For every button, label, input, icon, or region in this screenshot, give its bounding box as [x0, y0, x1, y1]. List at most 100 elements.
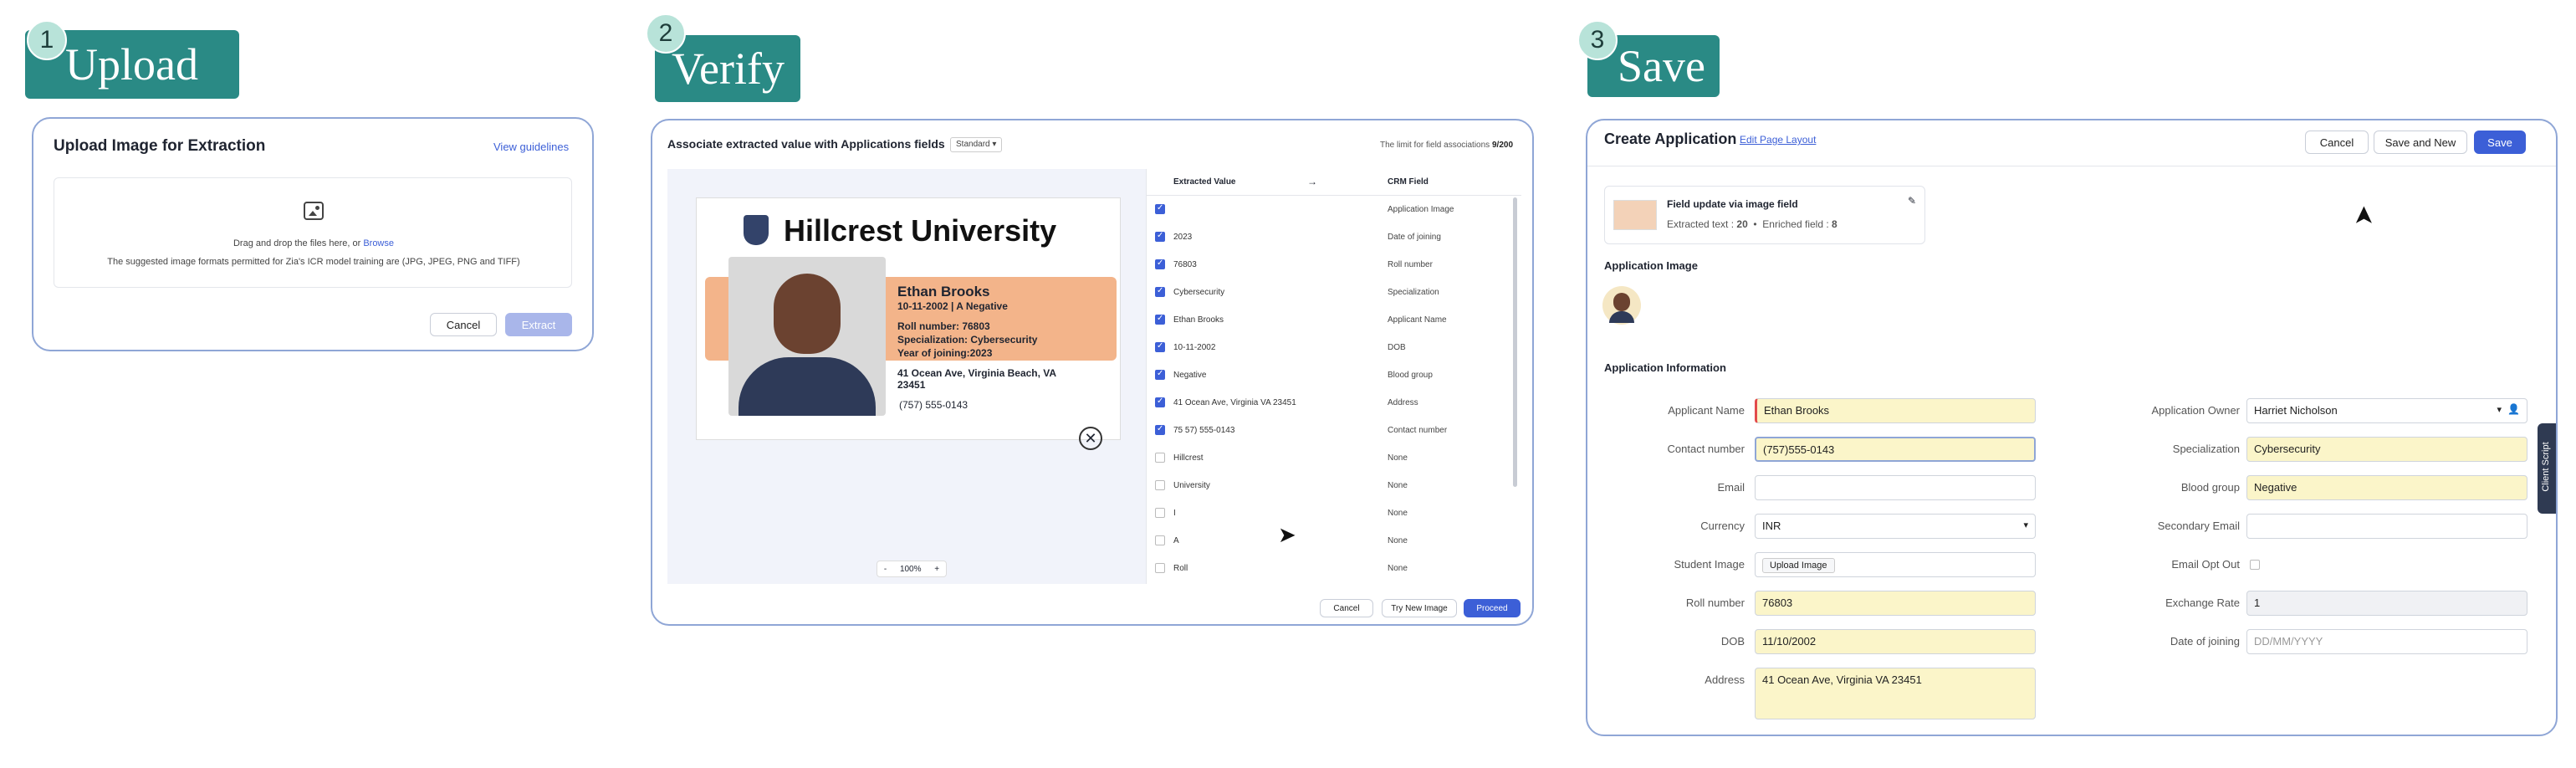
- mapping-row[interactable]: Hillcrest None: [1147, 444, 1511, 472]
- drop-zone[interactable]: Drag and drop the files here, or Browse …: [54, 177, 572, 288]
- verify-title: Associate extracted value with Applicati…: [667, 137, 945, 151]
- zoom-in-button[interactable]: +: [934, 565, 939, 574]
- field-update-title: Field update via image field: [1667, 198, 1798, 210]
- field-input[interactable]: Ethan Brooks: [1755, 398, 2036, 423]
- row-crm-field[interactable]: Specialization: [1388, 288, 1439, 297]
- view-guidelines-link[interactable]: View guidelines: [493, 141, 569, 153]
- row-crm-field[interactable]: None: [1388, 536, 1408, 545]
- field-input[interactable]: Negative: [2246, 475, 2527, 500]
- row-crm-field[interactable]: Applicant Name: [1388, 315, 1447, 325]
- row-checkbox[interactable]: [1155, 259, 1165, 269]
- row-crm-field[interactable]: None: [1388, 453, 1408, 463]
- zoom-out-button[interactable]: -: [884, 565, 887, 574]
- mouse-cursor-icon: ➤: [2350, 204, 2379, 227]
- chevron-down-icon[interactable]: ▾: [2497, 404, 2502, 415]
- row-extracted-value: Cybersecurity: [1173, 288, 1225, 297]
- row-checkbox[interactable]: [1155, 203, 1165, 214]
- field-label: Exchange Rate: [2165, 596, 2240, 609]
- row-checkbox[interactable]: [1155, 424, 1165, 435]
- email-opt-out-checkbox[interactable]: [2250, 560, 2260, 570]
- id-thumbnail: [1613, 200, 1657, 230]
- client-script-tab[interactable]: Client Script: [2538, 423, 2556, 514]
- extract-button[interactable]: Extract: [505, 313, 572, 336]
- row-checkbox[interactable]: [1155, 369, 1165, 380]
- save-and-new-button[interactable]: Save and New: [2374, 131, 2467, 154]
- row-crm-field[interactable]: Blood group: [1388, 371, 1433, 380]
- field-input[interactable]: 41 Ocean Ave, Virginia VA 23451: [1755, 668, 2036, 719]
- row-extracted-value: 41 Ocean Ave, Virginia VA 23451: [1173, 398, 1296, 407]
- mapping-row[interactable]: I None: [1147, 499, 1511, 527]
- mapping-row[interactable]: Negative Blood group: [1147, 361, 1511, 389]
- user-lookup-icon[interactable]: 👤: [2507, 403, 2520, 415]
- field-value: 1: [2254, 596, 2261, 609]
- mapping-row[interactable]: 75 57) 555-0143 Contact number: [1147, 417, 1511, 444]
- field-input[interactable]: Upload Image: [1755, 552, 2036, 577]
- enriched-count: 8: [1832, 218, 1837, 230]
- field-input[interactable]: (757)555-0143: [1755, 437, 2036, 462]
- upload-cancel-button[interactable]: Cancel: [430, 313, 497, 336]
- row-checkbox[interactable]: [1155, 453, 1165, 463]
- field-value: Harriet Nicholson: [2254, 404, 2338, 417]
- proceed-button[interactable]: Proceed: [1464, 599, 1521, 617]
- mapping-row[interactable]: 2023 Date of joining: [1147, 223, 1511, 251]
- edit-pencil-icon[interactable]: ✎: [1908, 195, 1916, 207]
- mapping-row[interactable]: A None: [1147, 527, 1511, 555]
- verify-cancel-button[interactable]: Cancel: [1320, 599, 1373, 617]
- row-checkbox[interactable]: [1155, 508, 1165, 518]
- field-input[interactable]: 11/10/2002: [1755, 629, 2036, 654]
- save-cancel-button[interactable]: Cancel: [2305, 131, 2369, 154]
- row-checkbox[interactable]: [1155, 480, 1165, 490]
- image-preview-area: Hillcrest University Ethan Brooks 10-11-…: [667, 169, 1146, 584]
- field-input[interactable]: 76803: [1755, 591, 2036, 616]
- field-input[interactable]: 1: [2246, 591, 2527, 616]
- field-label: Application Owner: [2151, 404, 2241, 417]
- row-crm-field[interactable]: Date of joining: [1388, 233, 1441, 242]
- mapping-row[interactable]: Ethan Brooks Applicant Name: [1147, 306, 1511, 334]
- field-value: DD/MM/YYYY: [2254, 635, 2323, 648]
- row-crm-field[interactable]: Application Image: [1388, 205, 1454, 214]
- row-crm-field[interactable]: Contact number: [1388, 426, 1447, 435]
- mapping-row[interactable]: Roll None: [1147, 555, 1511, 582]
- row-extracted-value: 10-11-2002: [1173, 343, 1216, 352]
- mapping-row[interactable]: 41 Ocean Ave, Virginia VA 23451 Address: [1147, 389, 1511, 417]
- mapping-row[interactable]: 76803 Roll number: [1147, 251, 1511, 279]
- chevron-down-icon[interactable]: ▾: [2023, 520, 2028, 530]
- field-input[interactable]: Cybersecurity: [2246, 437, 2527, 462]
- row-checkbox[interactable]: [1155, 231, 1165, 242]
- row-crm-field[interactable]: None: [1388, 564, 1408, 573]
- mapping-row[interactable]: 10-11-2002 DOB: [1147, 334, 1511, 361]
- row-extracted-value: 76803: [1173, 260, 1197, 269]
- row-crm-field[interactable]: None: [1388, 509, 1408, 518]
- client-script-label: Client Script: [2541, 442, 2551, 492]
- close-circle-icon[interactable]: ✕: [1079, 427, 1102, 450]
- row-crm-field[interactable]: DOB: [1388, 343, 1406, 352]
- field-input[interactable]: [2246, 514, 2527, 539]
- field-input[interactable]: INR ▾: [1755, 514, 2036, 539]
- row-checkbox[interactable]: [1155, 535, 1165, 545]
- field-input[interactable]: [1755, 475, 2036, 500]
- standard-dropdown[interactable]: Standard ▾: [950, 137, 1003, 152]
- upload-image-button[interactable]: Upload Image: [1762, 558, 1835, 573]
- try-new-image-button[interactable]: Try New Image: [1382, 599, 1457, 617]
- mapping-row[interactable]: Cybersecurity Specialization: [1147, 279, 1511, 306]
- field-input[interactable]: Harriet Nicholson ▾ 👤: [2246, 398, 2527, 423]
- edit-page-layout-link[interactable]: Edit Page Layout: [1740, 134, 1816, 146]
- field-update-card: Field update via image field Extracted t…: [1604, 186, 1925, 244]
- row-extracted-value: 75 57) 555-0143: [1173, 426, 1235, 435]
- field-input[interactable]: DD/MM/YYYY: [2246, 629, 2527, 654]
- row-crm-field[interactable]: Address: [1388, 398, 1418, 407]
- image-icon: [304, 202, 324, 220]
- mapping-row[interactable]: Application Image: [1147, 196, 1511, 223]
- browse-link[interactable]: Browse: [363, 238, 394, 248]
- row-crm-field[interactable]: None: [1388, 481, 1408, 490]
- row-checkbox[interactable]: [1155, 341, 1165, 352]
- university-crest-icon: [744, 215, 769, 245]
- row-checkbox[interactable]: [1155, 314, 1165, 325]
- scrollbar[interactable]: [1513, 197, 1517, 487]
- mapping-row[interactable]: University None: [1147, 472, 1511, 499]
- row-checkbox[interactable]: [1155, 286, 1165, 297]
- row-crm-field[interactable]: Roll number: [1388, 260, 1433, 269]
- row-checkbox[interactable]: [1155, 397, 1165, 407]
- save-button[interactable]: Save: [2474, 131, 2526, 154]
- row-checkbox[interactable]: [1155, 563, 1165, 573]
